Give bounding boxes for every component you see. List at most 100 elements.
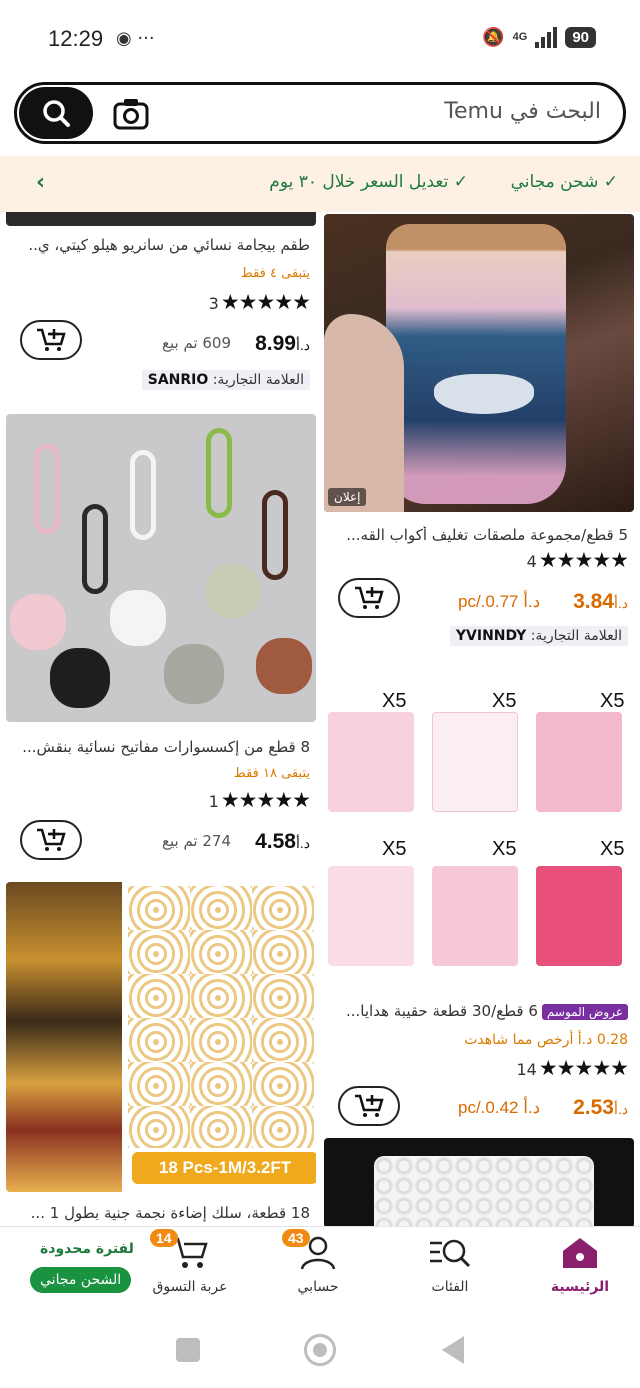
rating-stars: 4★★★★★	[526, 548, 629, 572]
lights-lifestyle-photo	[6, 882, 122, 1192]
product-image[interactable]	[6, 212, 316, 226]
strap-black	[82, 504, 108, 594]
camera-search-button[interactable]	[113, 97, 149, 131]
add-to-cart-button[interactable]	[338, 1086, 400, 1126]
add-to-cart-button[interactable]	[20, 820, 82, 860]
product-title[interactable]: 18 قطعة، سلك إضاءة نجمة جنية بطول 1 ...	[10, 1204, 310, 1222]
bag-quantity-label: X5	[382, 838, 407, 860]
season-deal-badge: عروض الموسم	[541, 1004, 628, 1020]
product-feed[interactable]: طقم بيجامة نسائي من سانريو هيلو كيتي، ي.…	[0, 212, 640, 1226]
account-badge: 43	[282, 1229, 310, 1247]
check-icon: ✓	[453, 172, 468, 192]
free-shipping-pill[interactable]: الشحن مجاني	[30, 1267, 132, 1293]
signal-icon	[535, 26, 558, 48]
check-icon: ✓	[603, 172, 618, 192]
recents-button[interactable]	[176, 1338, 200, 1362]
bag-1	[536, 712, 622, 812]
status-right-group: 🔕 4G 90	[482, 26, 596, 48]
network-type: 4G	[512, 31, 528, 43]
product-title[interactable]: 5 قطع/مجموعة ملصقات تغليف أكواب القه...	[328, 526, 628, 544]
messenger-icon: ◉ ···	[116, 28, 155, 49]
limited-time-label: لفترة محدودة	[40, 1241, 134, 1257]
camera-icon	[113, 99, 149, 130]
keychain-brown	[256, 638, 312, 694]
sold-count: 274 تم بيع	[162, 832, 232, 850]
rating-stars: 14★★★★★	[516, 1056, 630, 1080]
product-title[interactable]: طقم بيجامة نسائي من سانريو هيلو كيتي، ي.…	[10, 236, 310, 254]
bag-3	[328, 712, 414, 812]
search-input[interactable]: البحث في Temu	[444, 99, 601, 124]
search-button[interactable]	[19, 87, 93, 139]
brand-label[interactable]: العلامة التجارية: SANRIO	[141, 370, 310, 390]
product-title[interactable]: عروض الموسم6 قطع/30 قطعة حقيبة هدايا...	[328, 1002, 628, 1020]
bag-4	[536, 866, 622, 966]
bag-6	[328, 866, 414, 966]
product-title[interactable]: 8 قطع من إكسسوارات مفاتيح نسائية بنقش...	[10, 738, 310, 756]
home-dot-icon	[313, 1343, 327, 1357]
bubble-wrap-roll	[374, 1156, 594, 1226]
status-bar: 12:29 ◉ ··· 🔕 4G 90	[0, 0, 640, 80]
benefits-banner[interactable]: ✓ شحن مجاني ✓ تعديل السعر خلال ٣٠ يوم ‹	[0, 156, 640, 212]
nav-label: حسابي	[297, 1279, 339, 1295]
nav-categories[interactable]: الفئات	[390, 1235, 510, 1295]
bottom-navigation: الرئيسية الفئات 43 حسابي 14 عربة التسوق …	[0, 1226, 640, 1312]
product-card-lights[interactable]: 18 Pcs-1M/3.2FT 18 قطعة، سلك إضاءة نجمة …	[6, 882, 316, 1226]
add-to-cart-icon	[37, 328, 66, 351]
keychain-grey	[164, 644, 224, 704]
add-to-cart-button[interactable]	[338, 578, 400, 618]
review-count: 3	[208, 294, 219, 313]
keychain-sage	[206, 564, 260, 618]
keychain-pink	[10, 594, 66, 650]
brand-label[interactable]: العلامة التجارية: YVINNDY	[449, 626, 628, 646]
nav-label: الرئيسية	[550, 1279, 610, 1295]
add-to-cart-icon	[37, 828, 66, 851]
system-navigation-bar	[0, 1312, 640, 1388]
product-card-pajama[interactable]: طقم بيجامة نسائي من سانريو هيلو كيتي، ي.…	[6, 212, 316, 402]
product-image[interactable]	[6, 414, 316, 722]
battery-indicator: 90	[565, 26, 596, 48]
cart-badge: 14	[150, 1229, 178, 1247]
unit-price: pc/.د.أ 0.77	[458, 592, 541, 611]
product-image[interactable]: إعلان	[324, 214, 634, 512]
status-time: 12:29	[48, 26, 104, 51]
product-price: 8.99د.أ	[255, 332, 310, 355]
product-card-cup[interactable]: إعلان 5 قطع/مجموعة ملصقات تغليف أكواب ال…	[324, 212, 634, 662]
free-shipping-benefit: ✓ شحن مجاني	[510, 172, 618, 192]
bow-decoration	[434, 374, 534, 414]
hand-shape	[324, 314, 404, 512]
back-button[interactable]	[442, 1336, 464, 1364]
product-price: 4.58د.أ	[255, 830, 310, 853]
price-drop-notice: 0.28 د.أ أرخص مما شاهدت	[464, 1032, 628, 1048]
lights-coils-grid	[128, 886, 314, 1148]
categories-search-icon	[430, 1239, 471, 1268]
add-to-cart-icon	[355, 586, 384, 609]
nav-account[interactable]: 43 حسابي	[258, 1229, 378, 1295]
search-bar[interactable]: البحث في Temu	[14, 82, 626, 144]
product-price: 3.84د.أ	[573, 590, 628, 613]
add-to-cart-icon	[355, 1094, 384, 1117]
ad-tag: إعلان	[328, 488, 367, 506]
review-count: 1	[208, 792, 219, 811]
stock-notice: يتبقى ١٨ فقط	[233, 766, 310, 781]
strap-white	[130, 450, 156, 540]
product-image[interactable]: X5 X5 X5 X5 X5 X5	[324, 672, 634, 986]
product-card-bubble-wrap[interactable]	[324, 1138, 634, 1226]
product-image[interactable]	[324, 1138, 634, 1226]
home-system-button[interactable]	[304, 1334, 336, 1366]
nav-label: الفئات	[431, 1279, 469, 1295]
home-icon	[563, 1238, 597, 1268]
price-adjust-benefit: ✓ تعديل السعر خلال ٣٠ يوم	[269, 172, 468, 192]
product-image[interactable]: 18 Pcs-1M/3.2FT	[6, 882, 316, 1192]
product-card-bags[interactable]: X5 X5 X5 X5 X5 X5 عروض الموسم6 قطع/30 قط…	[324, 672, 634, 1132]
add-to-cart-button[interactable]	[20, 320, 82, 360]
search-icon	[43, 100, 70, 127]
chevron-left-icon[interactable]: ‹	[36, 170, 45, 195]
product-card-keychain[interactable]: 8 قطع من إكسسوارات مفاتيح نسائية بنقش...…	[6, 414, 316, 874]
stock-notice: يتبقى ٤ فقط	[240, 266, 310, 281]
nav-home[interactable]: الرئيسية	[520, 1235, 640, 1295]
strap-green	[206, 428, 232, 518]
bag-quantity-label: X5	[492, 838, 517, 860]
cup-illustration	[386, 224, 566, 504]
nav-cart[interactable]: 14 عربة التسوق	[130, 1229, 250, 1295]
bag-5	[432, 866, 518, 966]
